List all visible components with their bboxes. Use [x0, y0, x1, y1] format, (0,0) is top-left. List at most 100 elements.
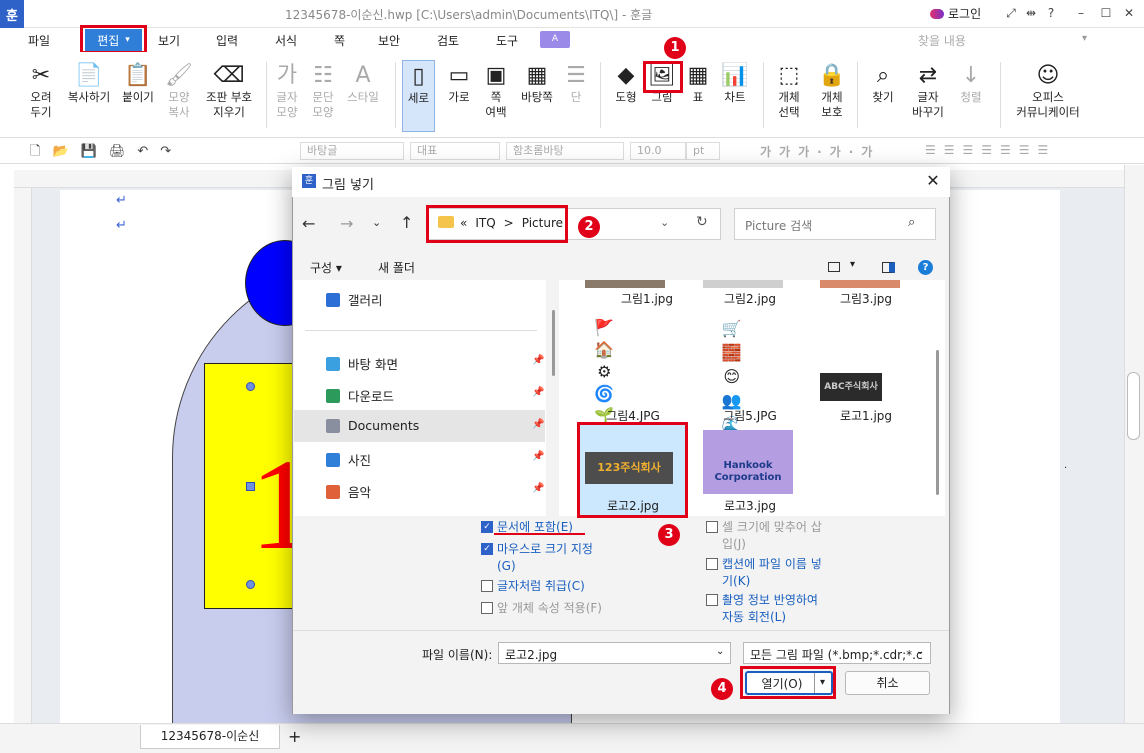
chevron-down-icon[interactable]: ⌄	[660, 216, 669, 229]
file-name[interactable]: 로고3.jpg	[690, 497, 810, 514]
nav-item-desktop[interactable]: 바탕 화면	[326, 354, 398, 373]
scroll-thumb[interactable]	[1127, 372, 1140, 440]
split-icon[interactable]: ⇹	[1022, 4, 1040, 22]
document-tab[interactable]: 12345678-이순신	[140, 725, 280, 749]
nav-item-gallery[interactable]: 갤러리	[326, 290, 383, 309]
nav-item-download[interactable]: 다운로드	[326, 386, 394, 405]
checkbox-icon[interactable]	[706, 558, 718, 570]
preview-pane-icon[interactable]	[882, 262, 895, 273]
cancel-button[interactable]: 취소	[845, 671, 930, 695]
option-checkbox[interactable]: 촬영 정보 반영하여 자동 회전(L)	[706, 592, 818, 626]
menu-review[interactable]: 검토	[437, 32, 459, 49]
logo1-thumbnail[interactable]: ABC주식회사	[820, 373, 882, 401]
chevron-down-icon[interactable]: ▾	[850, 259, 855, 270]
organize-button[interactable]: 구성 ▾	[310, 259, 342, 276]
ribbon-button-erase-code[interactable]: ⌫ 조판 부호 지우기	[200, 60, 258, 120]
menu-file[interactable]: 파일	[28, 32, 50, 49]
style-select[interactable]: 바탕글	[300, 142, 404, 160]
file-name[interactable]: 그림1.jpg	[587, 290, 707, 307]
help-icon[interactable]: ?	[918, 260, 933, 275]
file-name[interactable]: 그림3.jpg	[806, 290, 926, 307]
font-select[interactable]: 함초롬바탕	[506, 142, 624, 160]
ribbon-button-scissors[interactable]: ✂ 오려 두기	[26, 60, 56, 120]
ai-button[interactable]: A	[540, 31, 570, 48]
nav-scrollbar[interactable]	[552, 310, 555, 376]
checkbox-icon[interactable]	[481, 602, 493, 614]
menu-format[interactable]: 서식	[275, 32, 297, 49]
chevron-down-icon[interactable]: ⌄	[716, 646, 724, 657]
nav-item-documents[interactable]: Documents	[326, 418, 419, 433]
close-button[interactable]: ✕	[1120, 4, 1138, 22]
option-checkbox[interactable]: ✓ 마우스로 크기 지정 (G)	[481, 541, 593, 575]
resize-handle[interactable]	[246, 382, 255, 391]
chevron-down-icon[interactable]: ⌄	[916, 646, 924, 657]
ribbon-button-shape[interactable]: ◆ 도형	[610, 60, 642, 105]
add-tab-button[interactable]: +	[288, 727, 301, 746]
font-size-input[interactable]: 10.0	[630, 142, 686, 160]
app-logo-icon[interactable]: 훈	[0, 0, 24, 28]
ribbon-button-copy[interactable]: 📄 복사하기	[64, 60, 114, 105]
ribbon-button-char-shape[interactable]: 가 글자 모양	[272, 60, 302, 120]
help-icon[interactable]: ?	[1042, 4, 1060, 22]
quick-access-icons[interactable]: 🗋📂💾🖨↶↷	[30, 142, 183, 164]
char-style-icons[interactable]: 가가가·가·가	[760, 143, 880, 160]
logo3-thumbnail[interactable]: Hankook Corporation	[703, 430, 793, 494]
ribbon-button-object-select[interactable]: ⬚ 개체 선택	[772, 60, 806, 120]
resize-handle[interactable]	[246, 482, 255, 491]
chevron-down-icon[interactable]: ⌄	[372, 216, 381, 229]
number-text[interactable]: 18	[250, 420, 380, 590]
filename-input[interactable]: 로고2.jpg	[498, 642, 731, 664]
align-icons[interactable]: ☰☰☰☰☰☰☰	[925, 143, 1056, 157]
expand-icon[interactable]: ⤢	[1002, 4, 1020, 22]
pin-icon[interactable]: 📌	[532, 483, 544, 494]
menu-tools[interactable]: 도구	[496, 32, 518, 49]
back-arrow-icon[interactable]: ←	[302, 214, 315, 233]
login-button[interactable]: 로그인	[930, 5, 981, 22]
view-icon[interactable]	[828, 262, 840, 272]
thumbnail-clipart[interactable]: 🚩🏠⚙🌀🌱🪴🤝🦶🌾	[590, 313, 666, 513]
file-name[interactable]: 로고1.jpg	[806, 407, 926, 424]
menu-security[interactable]: 보안	[378, 32, 400, 49]
command-search-input[interactable]: 찾을 내용	[918, 32, 966, 49]
nav-item-photos[interactable]: 사진	[326, 450, 371, 469]
option-checkbox[interactable]: 앞 개체 속성 적용(F)	[481, 600, 602, 617]
resize-handle[interactable]	[246, 580, 255, 589]
vertical-scrollbar[interactable]	[1124, 165, 1144, 725]
dialog-close-button[interactable]: ✕	[922, 170, 944, 192]
nav-item-music[interactable]: 음악	[326, 482, 371, 501]
filetype-select[interactable]: 모든 그림 파일 (*.bmp;*.cdr;*.c	[743, 642, 931, 664]
ribbon-button-landscape[interactable]: ▭ 가로	[441, 60, 477, 105]
checkbox-icon[interactable]: ✓	[481, 521, 493, 533]
ribbon-button-binoculars[interactable]: ⌕ 찾기	[868, 60, 898, 105]
ribbon-button-column[interactable]: ☰ 단	[566, 60, 586, 105]
dialog-search-input[interactable]: Picture 검색	[734, 208, 936, 240]
ribbon-button-format-copy[interactable]: 🖌 모양 복사	[162, 60, 196, 120]
option-checkbox[interactable]: 글자처럼 취급(C)	[481, 578, 585, 595]
checkbox-icon[interactable]	[481, 580, 493, 592]
ribbon-button-table[interactable]: ▦ 표	[688, 60, 709, 105]
checkbox-icon[interactable]	[706, 521, 718, 533]
file-name[interactable]: 그림2.jpg	[690, 290, 810, 307]
pin-icon[interactable]: 📌	[532, 451, 544, 462]
option-checkbox[interactable]: 캡션에 파일 이름 넣 기(K)	[706, 556, 822, 590]
up-arrow-icon[interactable]: ↑	[400, 213, 413, 232]
ribbon-button-communicator[interactable]: ☺ 오피스 커뮤니케이터	[1010, 60, 1086, 120]
ribbon-button-master-page[interactable]: ▦ 바탕쪽	[516, 60, 558, 105]
pin-icon[interactable]: 📌	[532, 387, 544, 398]
file-name[interactable]: 그림5.JPG	[690, 407, 810, 424]
ribbon-button-portrait[interactable]: ▯ 세로	[402, 60, 435, 132]
ribbon-button-object-protect[interactable]: 🔒 개체 보호	[815, 60, 849, 120]
unit-select[interactable]: pt	[686, 142, 720, 160]
new-folder-button[interactable]: 새 폴더	[378, 259, 415, 276]
chevron-down-icon[interactable]: ▾	[1082, 33, 1087, 44]
checkbox-icon[interactable]: ✓	[481, 543, 493, 555]
ribbon-button-para-shape[interactable]: ☷ 문단 모양	[308, 60, 338, 120]
menu-page[interactable]: 쪽	[334, 32, 345, 49]
ribbon-button-paste[interactable]: 📋 붙이기	[118, 60, 158, 105]
option-checkbox[interactable]: 셀 크기에 맞추어 삽 입(J)	[706, 519, 822, 553]
forward-arrow-icon[interactable]: →	[340, 214, 353, 233]
ribbon-button-chart[interactable]: 📊 차트	[720, 60, 750, 105]
minimize-button[interactable]: –	[1072, 4, 1090, 22]
pin-icon[interactable]: 📌	[532, 419, 544, 430]
refresh-icon[interactable]: ↻	[696, 214, 708, 230]
